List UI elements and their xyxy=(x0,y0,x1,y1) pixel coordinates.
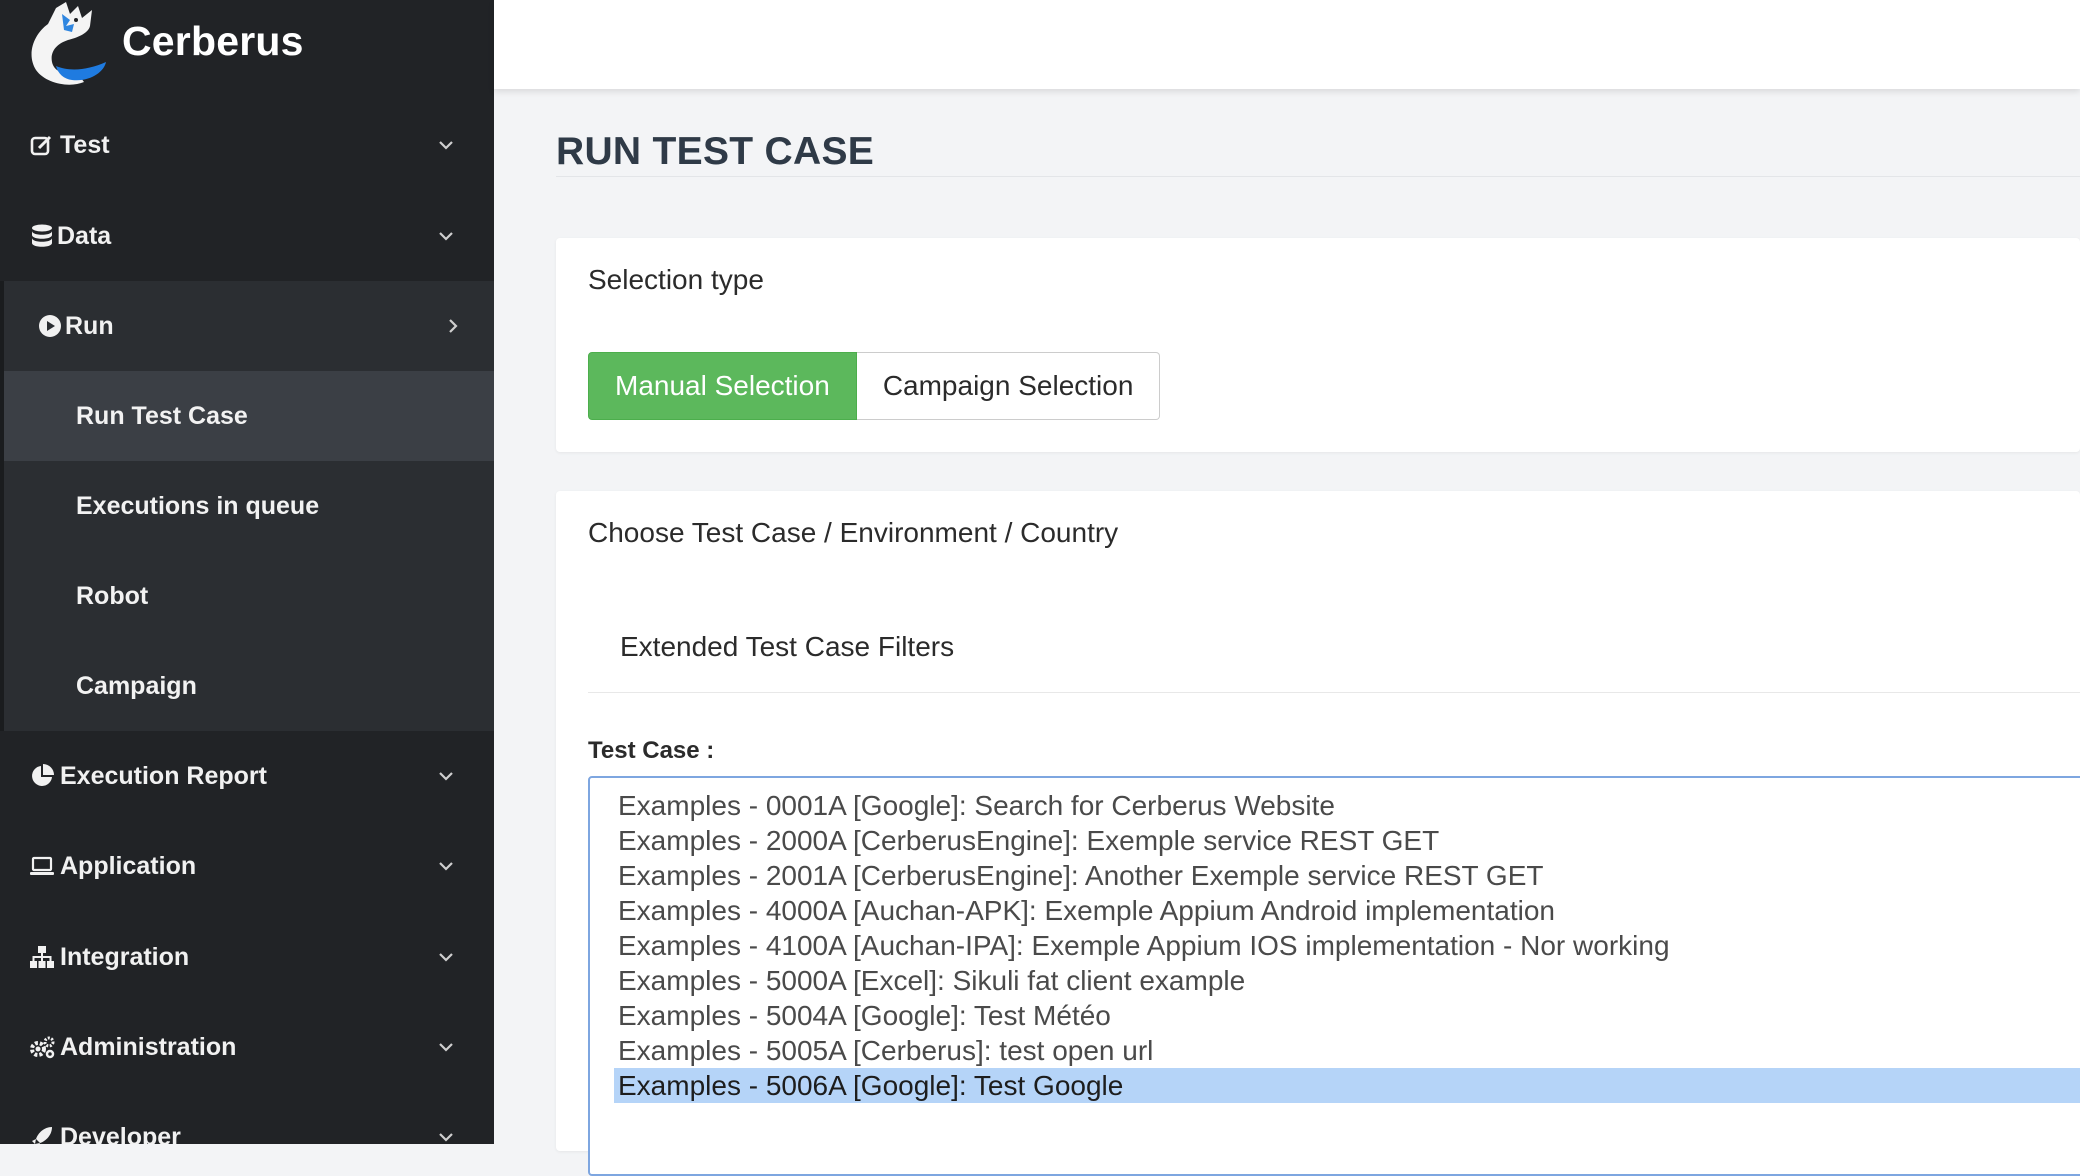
sidebar-item-label: Data xyxy=(57,221,112,250)
sidebar-subitem-campaign[interactable]: Campaign xyxy=(4,641,494,731)
campaign-selection-button[interactable]: Campaign Selection xyxy=(856,352,1161,420)
test-case-option[interactable]: Examples - 4000A [Auchan-APK]: Exemple A… xyxy=(590,893,2080,928)
test-case-option[interactable]: Examples - 2001A [CerberusEngine]: Anoth… xyxy=(590,858,2080,893)
extended-filters-toggle[interactable]: Extended Test Case Filters xyxy=(620,631,954,663)
sidebar-item-developer[interactable]: Developer xyxy=(0,1092,494,1144)
test-case-option[interactable]: Examples - 4100A [Auchan-IPA]: Exemple A… xyxy=(590,928,2080,963)
sidebar-item-label: Run xyxy=(65,311,114,340)
manual-selection-button[interactable]: Manual Selection xyxy=(588,352,857,420)
sidebar-item-integration[interactable]: Integration xyxy=(0,912,494,1002)
sidebar-subitem-label: Run Test Case xyxy=(76,401,248,430)
panel-heading: Choose Test Case / Environment / Country xyxy=(588,517,1119,548)
selection-type-toggle: Manual Selection Campaign Selection xyxy=(588,352,1161,420)
filters-divider xyxy=(588,692,2080,693)
top-bar xyxy=(494,0,2080,89)
sidebar-item-label: Administration xyxy=(60,1032,237,1061)
test-case-option[interactable]: Examples - 5004A [Google]: Test Météo xyxy=(590,998,2080,1033)
page-title: RUN TEST CASE xyxy=(556,130,875,173)
selection-type-panel: Selection type Manual Selection Campaign… xyxy=(556,238,2080,452)
sidebar: Cerberus Test Data Run Test Case Executi… xyxy=(0,0,494,1144)
test-case-option[interactable]: Examples - 5000A [Excel]: Sikuli fat cli… xyxy=(590,963,2080,998)
test-case-label: Test Case : xyxy=(588,737,715,764)
gears-icon xyxy=(28,1033,56,1061)
test-case-option[interactable]: Examples - 2000A [CerberusEngine]: Exemp… xyxy=(590,823,2080,858)
chevron-down-icon xyxy=(439,1043,453,1052)
sidebar-subitem-robot[interactable]: Robot xyxy=(4,551,494,641)
sidebar-subitem-label: Robot xyxy=(76,581,149,610)
chevron-right-icon xyxy=(449,319,458,333)
chevron-down-icon xyxy=(439,1133,453,1142)
sidebar-item-label: Test xyxy=(60,130,110,159)
sidebar-subitem-executions-in-queue[interactable]: Executions in queue xyxy=(4,461,494,551)
sitemap-icon xyxy=(28,943,56,971)
play-circle-icon xyxy=(36,312,64,340)
database-icon xyxy=(28,222,56,250)
sidebar-item-label: Execution Report xyxy=(60,761,267,790)
sidebar-subitem-run-test-case-active[interactable]: Run Test Case xyxy=(0,371,494,461)
rocket-icon xyxy=(28,1123,56,1144)
sidebar-item-label: Integration xyxy=(60,942,190,971)
sidebar-item-test[interactable]: Test xyxy=(0,100,494,190)
test-case-select[interactable]: Examples - 0001A [Google]: Search for Ce… xyxy=(588,776,2080,1176)
pie-chart-icon xyxy=(28,762,56,790)
choose-test-case-panel: Choose Test Case / Environment / Country… xyxy=(556,491,2080,1176)
edit-icon xyxy=(28,131,56,159)
panel-heading: Selection type xyxy=(588,264,764,295)
sidebar-item-label: Application xyxy=(60,851,197,880)
test-case-option[interactable]: Examples - 5005A [Cerberus]: test open u… xyxy=(590,1033,2080,1068)
test-case-option-selected[interactable]: Examples - 5006A [Google]: Test Google xyxy=(614,1068,2080,1103)
sidebar-item-data[interactable]: Data xyxy=(0,191,494,281)
sidebar-subitem-label: Campaign xyxy=(76,671,197,700)
chevron-down-icon xyxy=(439,862,453,871)
sidebar-subitem-label: Executions in queue xyxy=(76,491,320,520)
cerberus-logo-icon xyxy=(31,2,106,85)
chevron-down-icon xyxy=(439,232,453,241)
chevron-down-icon xyxy=(439,141,453,150)
chevron-down-icon xyxy=(439,772,453,781)
sidebar-item-execution-report[interactable]: Execution Report xyxy=(0,731,494,821)
test-case-option[interactable]: Examples - 0001A [Google]: Search for Ce… xyxy=(590,788,2080,823)
sidebar-item-label: Developer xyxy=(60,1122,181,1145)
sidebar-item-run[interactable]: Run xyxy=(0,281,494,371)
sidebar-item-administration[interactable]: Administration xyxy=(0,1002,494,1092)
brand-name: Cerberus xyxy=(122,18,304,64)
laptop-icon xyxy=(28,852,56,880)
brand[interactable]: Cerberus xyxy=(0,0,494,90)
chevron-down-icon xyxy=(439,953,453,962)
sidebar-item-application[interactable]: Application xyxy=(0,821,494,911)
title-divider xyxy=(556,176,2080,177)
